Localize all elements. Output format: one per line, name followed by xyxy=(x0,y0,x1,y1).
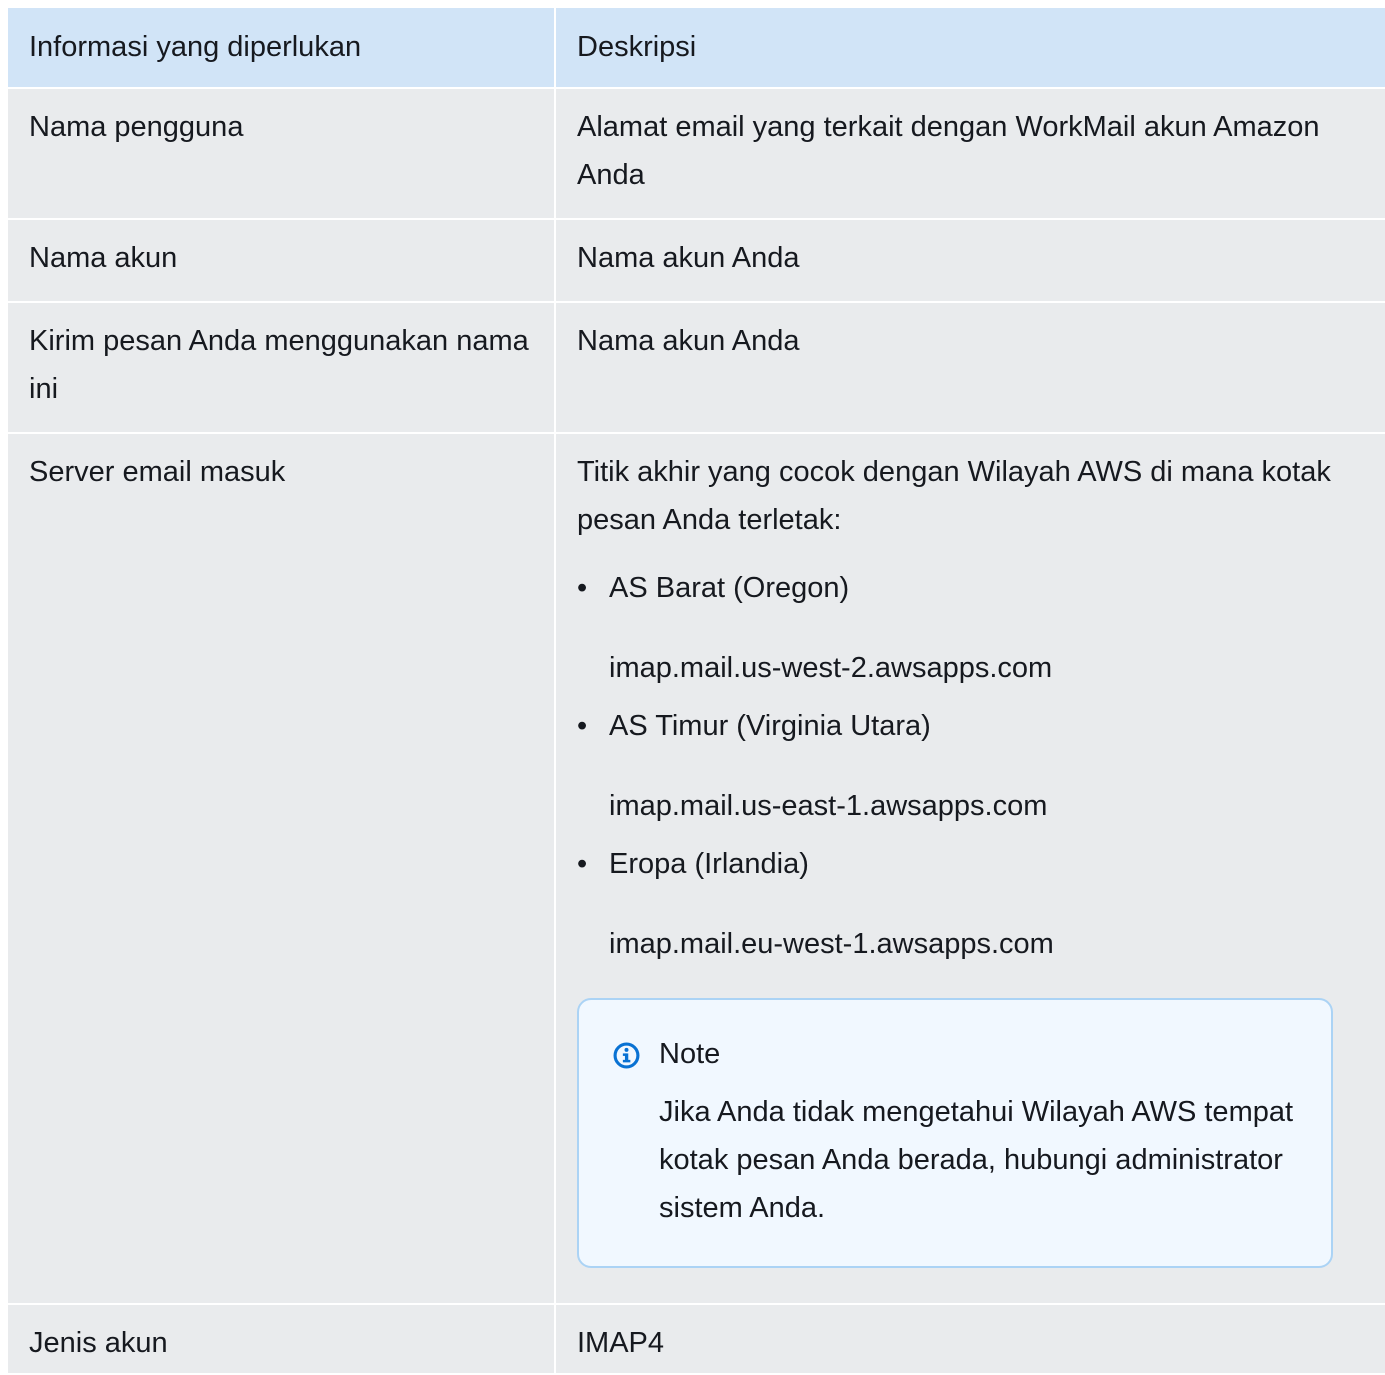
header-description: Deskripsi xyxy=(577,31,697,63)
row-label-username: Nama pengguna xyxy=(8,89,556,218)
row-description-account-type: IMAP4 xyxy=(577,1327,665,1359)
row-description-account-name: Nama akun Anda xyxy=(577,242,800,274)
table-header-row: Informasi yang diperlukan Deskripsi xyxy=(8,8,1385,89)
imap-settings-table: Informasi yang diperlukan Deskripsi Nama… xyxy=(8,8,1385,1375)
info-icon xyxy=(613,1042,640,1069)
row-description-incoming-server: Titik akhir yang cocok dengan Wilayah AW… xyxy=(556,434,1385,1303)
table-row: Nama akun Nama akun Anda xyxy=(8,220,1385,303)
note-callout: Note Jika Anda tidak mengetahui Wilayah … xyxy=(577,998,1333,1268)
region-name: AS Timur (Virginia Utara) xyxy=(609,710,931,742)
row-label-account-type: Jenis akun xyxy=(8,1305,556,1373)
header-required-info: Informasi yang diperlukan xyxy=(8,8,556,87)
bullet-marker: • xyxy=(577,710,588,742)
row-label-incoming-server: Server email masuk xyxy=(8,434,556,1303)
table-row: Jenis akun IMAP4 xyxy=(8,1305,1385,1375)
row-label-account-name: Nama akun xyxy=(8,220,556,301)
region-name: AS Barat (Oregon) xyxy=(609,572,850,604)
row-label-send-name: Kirim pesan Anda menggunakan nama ini xyxy=(8,303,556,432)
bullet-marker: • xyxy=(577,572,588,604)
note-body: Jika Anda tidak mengetahui Wilayah AWS t… xyxy=(659,1096,1294,1224)
region-endpoint: imap.mail.eu-west-1.awsapps.com xyxy=(609,928,1054,960)
table-row: Nama pengguna Alamat email yang terkait … xyxy=(8,89,1385,220)
table-row: Kirim pesan Anda menggunakan nama ini Na… xyxy=(8,303,1385,434)
list-item: • Eropa (Irlandia) imap.mail.eu-west-1.a… xyxy=(577,840,1365,968)
list-item: • AS Barat (Oregon) imap.mail.us-west-2.… xyxy=(577,564,1365,692)
row-description-send-name: Nama akun Anda xyxy=(577,325,800,357)
region-list: • AS Barat (Oregon) imap.mail.us-west-2.… xyxy=(577,564,1365,968)
region-endpoint: imap.mail.us-east-1.awsapps.com xyxy=(609,790,1048,822)
region-name: Eropa (Irlandia) xyxy=(609,848,809,880)
note-title: Note xyxy=(659,1038,721,1070)
region-endpoint: imap.mail.us-west-2.awsapps.com xyxy=(609,652,1053,684)
list-item: • AS Timur (Virginia Utara) imap.mail.us… xyxy=(577,702,1365,830)
row-description-username: Alamat email yang terkait dengan WorkMai… xyxy=(577,111,1320,191)
incoming-server-intro: Titik akhir yang cocok dengan Wilayah AW… xyxy=(577,456,1331,536)
table-row: Server email masuk Titik akhir yang coco… xyxy=(8,434,1385,1305)
bullet-marker: • xyxy=(577,848,588,880)
